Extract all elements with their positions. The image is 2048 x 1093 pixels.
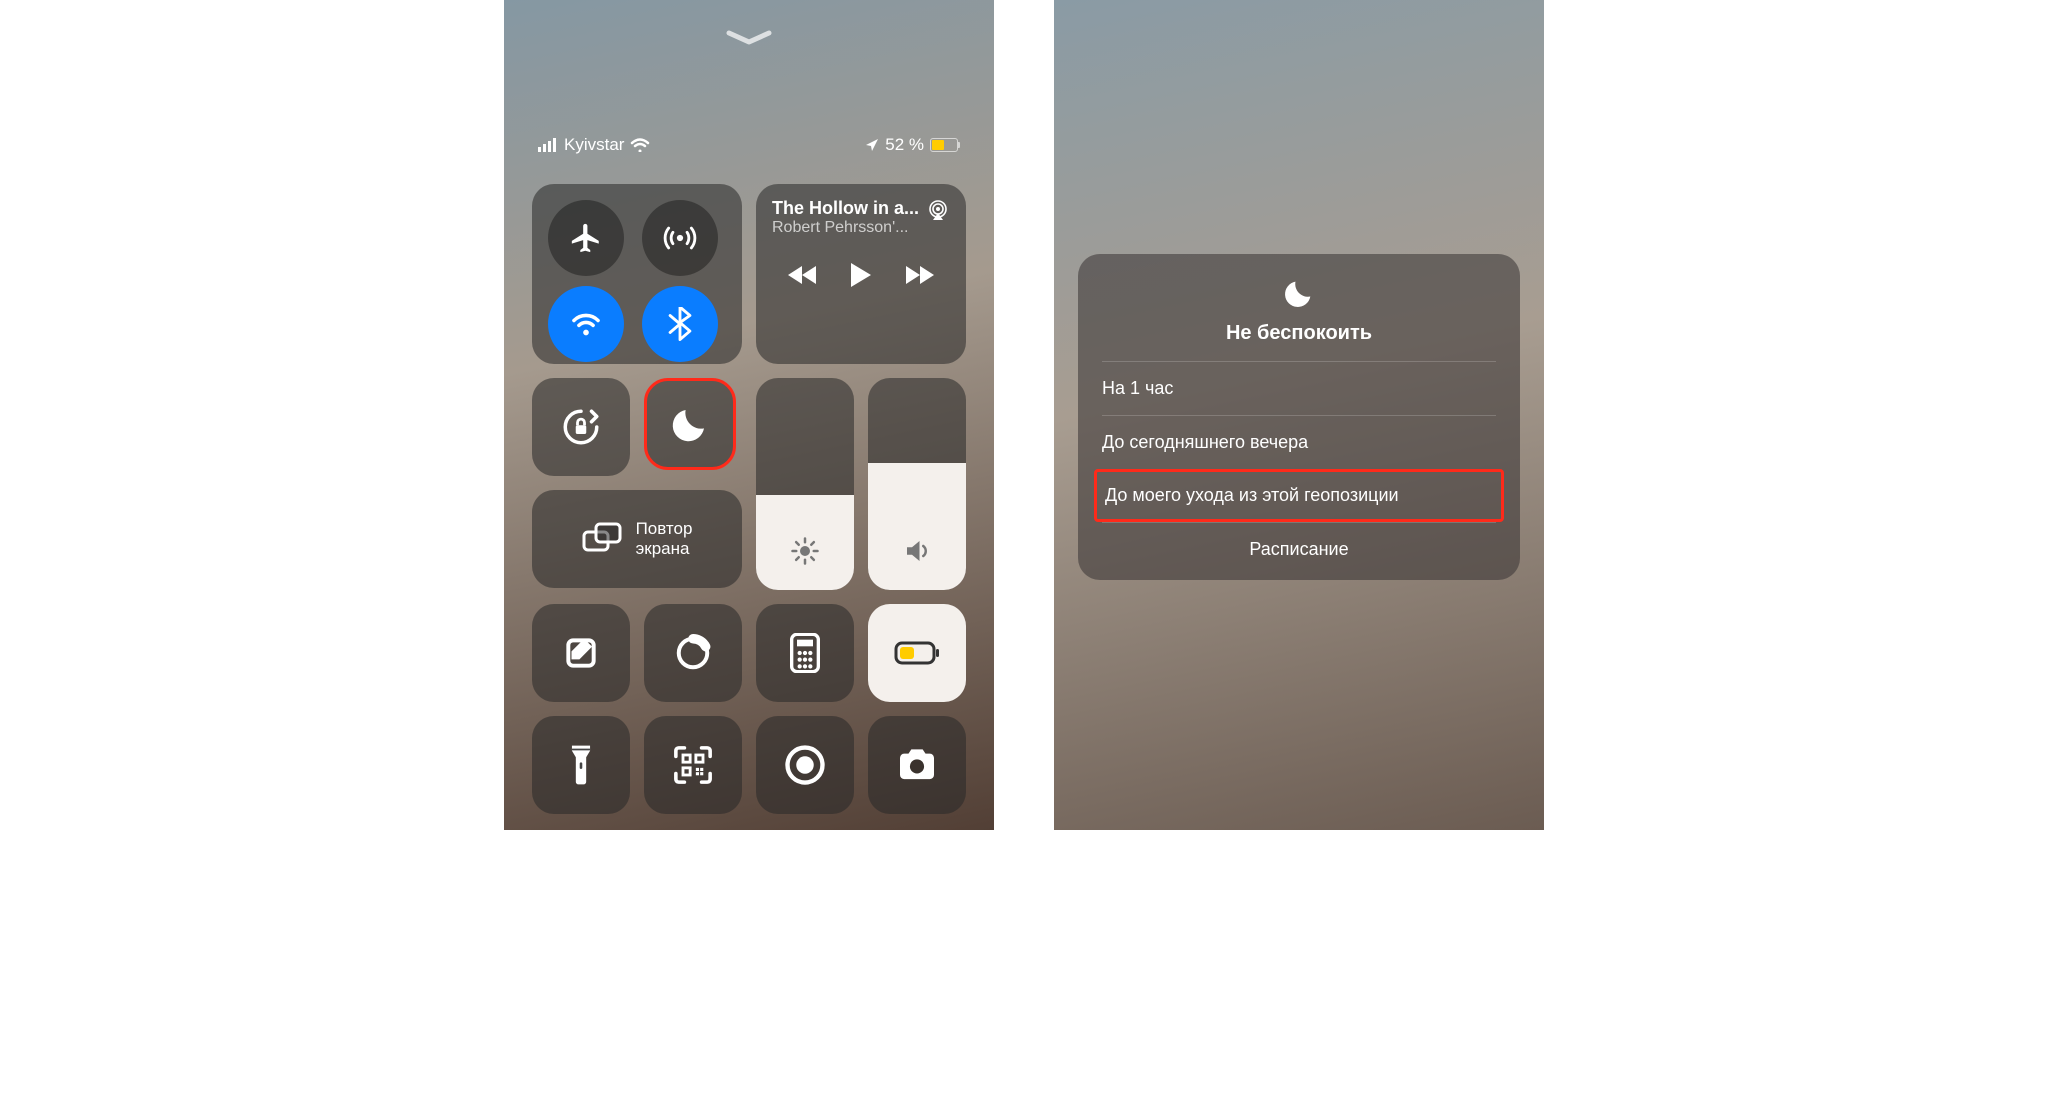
screen-mirror-icon [582, 522, 622, 556]
screen-mirror-label-2: экрана [636, 539, 693, 559]
media-artist: Robert Pehrsson'... [772, 219, 919, 237]
collapse-chevron-icon[interactable] [726, 30, 772, 46]
battery-low-power-icon [894, 641, 940, 665]
brightness-icon [790, 536, 820, 566]
calculator-button[interactable] [756, 604, 854, 702]
flashlight-button[interactable] [532, 716, 630, 814]
media-tile[interactable]: The Hollow in a... Robert Pehrsson'... [756, 184, 966, 364]
carrier-label: Kyivstar [564, 135, 624, 155]
flashlight-icon [568, 743, 594, 787]
airplane-icon [569, 221, 603, 255]
media-title: The Hollow in a... [772, 198, 919, 219]
qr-scanner-button[interactable] [644, 716, 742, 814]
wifi-button[interactable] [548, 286, 624, 362]
volume-slider[interactable] [868, 378, 966, 590]
media-play-button[interactable] [849, 261, 873, 289]
notes-icon [562, 634, 600, 672]
cellular-data-button[interactable] [642, 200, 718, 276]
battery-percentage: 52 % [885, 135, 924, 155]
moon-icon [669, 403, 711, 445]
calculator-icon [789, 633, 821, 673]
wifi-large-icon [569, 307, 603, 341]
battery-icon [930, 138, 960, 152]
notes-button[interactable] [532, 604, 630, 702]
media-next-button[interactable] [904, 264, 934, 286]
bluetooth-button[interactable] [642, 286, 718, 362]
timer-button[interactable] [644, 604, 742, 702]
screen-mirror-label-1: Повтор [636, 519, 693, 539]
screen-mirror-button[interactable]: Повтор экрана [532, 490, 742, 588]
dnd-option-1hour[interactable]: На 1 час [1102, 361, 1496, 415]
dnd-option-evening[interactable]: До сегодняшнего вечера [1102, 415, 1496, 469]
brightness-slider[interactable] [756, 378, 854, 590]
dnd-option-leave-location[interactable]: До моего ухода из этой геопозиции [1094, 469, 1504, 522]
media-prev-button[interactable] [788, 264, 818, 286]
moon-icon [1282, 276, 1316, 310]
connectivity-tile[interactable] [532, 184, 742, 364]
screen-record-button[interactable] [756, 716, 854, 814]
low-power-button[interactable] [868, 604, 966, 702]
dnd-schedule-link[interactable]: Расписание [1102, 522, 1496, 560]
airplane-mode-button[interactable] [548, 200, 624, 276]
airplay-icon[interactable] [926, 198, 950, 222]
cellular-icon [663, 221, 697, 255]
do-not-disturb-button[interactable] [644, 378, 736, 470]
dnd-title: Не беспокоить [1226, 322, 1372, 345]
volume-icon [902, 536, 932, 566]
control-center-screen: Kyivstar 52 % [504, 0, 994, 830]
dnd-options-screen: Не беспокоить На 1 час До сегодняшнего в… [1054, 0, 1544, 830]
status-bar: Kyivstar 52 % [538, 135, 960, 155]
camera-icon [895, 748, 939, 782]
bluetooth-icon [666, 307, 694, 341]
wifi-icon [630, 138, 650, 152]
camera-button[interactable] [868, 716, 966, 814]
orientation-lock-icon [560, 406, 602, 448]
record-icon [784, 744, 826, 786]
signal-icon [538, 138, 558, 152]
location-icon [865, 138, 879, 152]
orientation-lock-button[interactable] [532, 378, 630, 476]
dnd-card: Не беспокоить На 1 час До сегодняшнего в… [1078, 254, 1520, 580]
timer-icon [674, 634, 712, 672]
qr-icon [673, 745, 713, 785]
